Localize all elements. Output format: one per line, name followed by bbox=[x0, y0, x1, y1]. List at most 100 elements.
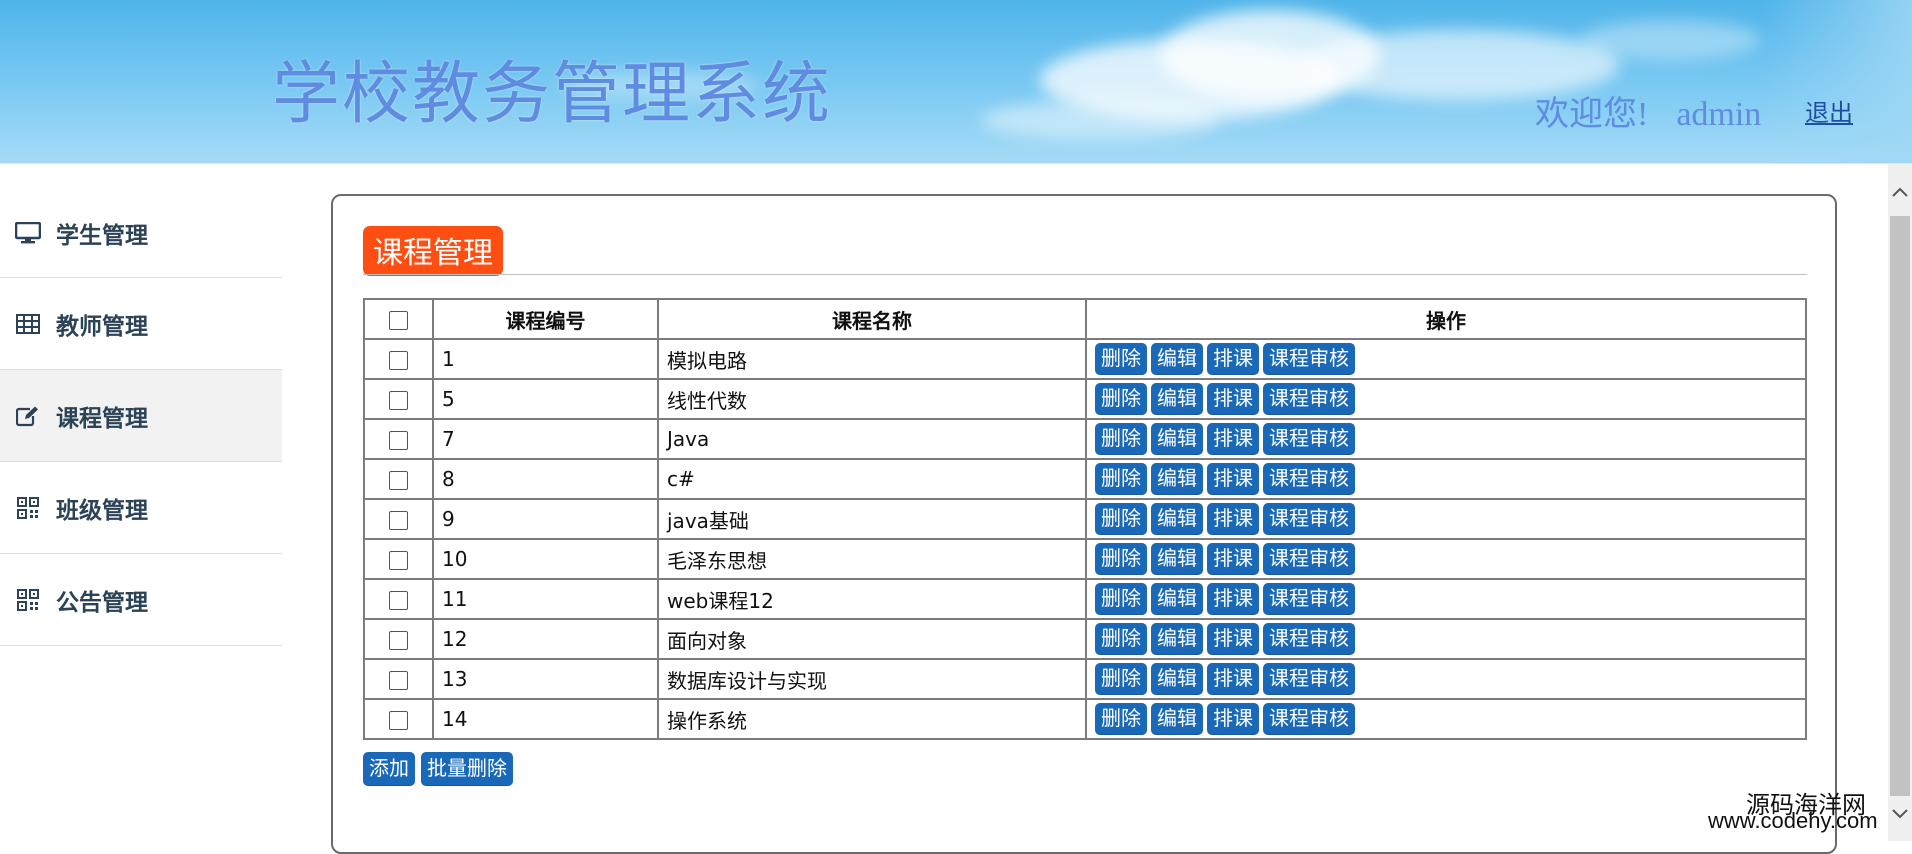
row-checkbox[interactable] bbox=[389, 591, 408, 610]
course-name-cell: java基础 bbox=[657, 498, 1087, 540]
sidebar-item-teachers[interactable]: 教师管理 bbox=[0, 278, 282, 370]
review-button[interactable]: 课程审核 bbox=[1263, 543, 1355, 575]
row-select-cell bbox=[363, 338, 434, 380]
row-actions-cell: 删除 编辑 排课 课程审核 bbox=[1085, 378, 1807, 420]
scroll-up-icon[interactable] bbox=[1888, 182, 1912, 202]
row-checkbox[interactable] bbox=[389, 711, 408, 730]
row-checkbox[interactable] bbox=[389, 511, 408, 530]
sidebar-item-classes[interactable]: 班级管理 bbox=[0, 462, 282, 554]
schedule-button[interactable]: 排课 bbox=[1207, 703, 1259, 735]
row-checkbox[interactable] bbox=[389, 391, 408, 410]
edit-button[interactable]: 编辑 bbox=[1151, 503, 1203, 535]
add-button[interactable]: 添加 bbox=[363, 752, 415, 786]
schedule-button[interactable]: 排课 bbox=[1207, 383, 1259, 415]
row-select-cell bbox=[363, 658, 434, 700]
table-row: 11 web课程12 删除 编辑 排课 课程审核 bbox=[363, 578, 1807, 620]
row-checkbox[interactable] bbox=[389, 631, 408, 650]
edit-button[interactable]: 编辑 bbox=[1151, 343, 1203, 375]
sidebar-item-label: 班级管理 bbox=[56, 497, 148, 524]
course-id-cell: 12 bbox=[432, 618, 659, 660]
logout-link[interactable]: 退出 bbox=[1805, 93, 1853, 128]
scroll-thumb[interactable] bbox=[1890, 216, 1910, 796]
table-row: 1 模拟电路 删除 编辑 排课 课程审核 bbox=[363, 338, 1807, 380]
course-id-cell: 11 bbox=[432, 578, 659, 620]
review-button[interactable]: 课程审核 bbox=[1263, 623, 1355, 655]
course-id-cell: 5 bbox=[432, 378, 659, 420]
review-button[interactable]: 课程审核 bbox=[1263, 503, 1355, 535]
review-button[interactable]: 课程审核 bbox=[1263, 383, 1355, 415]
edit-icon bbox=[14, 404, 42, 428]
review-button[interactable]: 课程审核 bbox=[1263, 663, 1355, 695]
sidebar-item-students[interactable]: 学生管理 bbox=[0, 188, 282, 278]
course-table: 课程编号 课程名称 操作 1 模拟电路 删除 编辑 排课 课程审核 5 线性代数 删除 编辑 排课课… bbox=[363, 298, 1807, 740]
schedule-button[interactable]: 排课 bbox=[1207, 423, 1259, 455]
schedule-button[interactable]: 排课 bbox=[1207, 583, 1259, 615]
row-checkbox[interactable] bbox=[389, 351, 408, 370]
batch-delete-button[interactable]: 批量删除 bbox=[421, 752, 513, 786]
delete-button[interactable]: 删除 bbox=[1095, 623, 1147, 655]
delete-button[interactable]: 删除 bbox=[1095, 583, 1147, 615]
sidebar-item-courses[interactable]: 课程管理 bbox=[0, 370, 282, 462]
sidebar-item-notices[interactable]: 公告管理 bbox=[0, 554, 282, 646]
schedule-button[interactable]: 排课 bbox=[1207, 463, 1259, 495]
edit-button[interactable]: 编辑 bbox=[1151, 663, 1203, 695]
delete-button[interactable]: 删除 bbox=[1095, 423, 1147, 455]
edit-button[interactable]: 编辑 bbox=[1151, 383, 1203, 415]
review-button[interactable]: 课程审核 bbox=[1263, 703, 1355, 735]
edit-button[interactable]: 编辑 bbox=[1151, 423, 1203, 455]
row-checkbox[interactable] bbox=[389, 671, 408, 690]
delete-button[interactable]: 删除 bbox=[1095, 543, 1147, 575]
edit-button[interactable]: 编辑 bbox=[1151, 623, 1203, 655]
monitor-icon bbox=[14, 221, 42, 245]
schedule-button[interactable]: 排课 bbox=[1207, 623, 1259, 655]
row-checkbox[interactable] bbox=[389, 551, 408, 570]
edit-button[interactable]: 编辑 bbox=[1151, 703, 1203, 735]
review-button[interactable]: 课程审核 bbox=[1263, 423, 1355, 455]
delete-button[interactable]: 删除 bbox=[1095, 383, 1147, 415]
delete-button[interactable]: 删除 bbox=[1095, 663, 1147, 695]
sidebar: 学生管理 教师管理 课程管理 班级管理 公告管理 bbox=[0, 188, 282, 646]
review-button[interactable]: 课程审核 bbox=[1263, 583, 1355, 615]
page-title: 课程管理 bbox=[363, 226, 503, 276]
course-id-cell: 1 bbox=[432, 338, 659, 380]
table-row: 13 数据库设计与实现 删除 编辑 排课 课程审核 bbox=[363, 658, 1807, 700]
sidebar-item-label: 课程管理 bbox=[56, 405, 148, 432]
course-id-cell: 7 bbox=[432, 418, 659, 460]
row-actions-cell: 删除 编辑 排课 课程审核 bbox=[1085, 538, 1807, 580]
sidebar-item-label: 公告管理 bbox=[56, 589, 148, 616]
header-fade bbox=[1762, 0, 1912, 163]
select-all-checkbox[interactable] bbox=[389, 311, 408, 330]
row-select-cell bbox=[363, 538, 434, 580]
table-row: 12 面向对象 删除 编辑 排课 课程审核 bbox=[363, 618, 1807, 660]
schedule-button[interactable]: 排课 bbox=[1207, 343, 1259, 375]
course-name-cell: web课程12 bbox=[657, 578, 1087, 620]
review-button[interactable]: 课程审核 bbox=[1263, 463, 1355, 495]
welcome-text: 欢迎您! admin bbox=[1535, 86, 1761, 135]
row-checkbox[interactable] bbox=[389, 431, 408, 450]
delete-button[interactable]: 删除 bbox=[1095, 703, 1147, 735]
bulk-actions: 添加 批量删除 bbox=[363, 752, 519, 786]
column-header-actions: 操作 bbox=[1085, 298, 1807, 340]
row-actions-cell: 删除 编辑 排课 课程审核 bbox=[1085, 698, 1807, 740]
row-actions-cell: 删除 编辑 排课 课程审核 bbox=[1085, 618, 1807, 660]
course-name-cell: c# bbox=[657, 458, 1087, 500]
delete-button[interactable]: 删除 bbox=[1095, 343, 1147, 375]
edit-button[interactable]: 编辑 bbox=[1151, 583, 1203, 615]
scroll-down-icon[interactable] bbox=[1888, 804, 1912, 824]
row-checkbox[interactable] bbox=[389, 471, 408, 490]
table-icon bbox=[14, 312, 42, 336]
review-button[interactable]: 课程审核 bbox=[1263, 343, 1355, 375]
column-header-id: 课程编号 bbox=[432, 298, 659, 340]
delete-button[interactable]: 删除 bbox=[1095, 463, 1147, 495]
course-name-cell: 面向对象 bbox=[657, 618, 1087, 660]
schedule-button[interactable]: 排课 bbox=[1207, 663, 1259, 695]
delete-button[interactable]: 删除 bbox=[1095, 503, 1147, 535]
row-actions-cell: 删除 编辑 排课 课程审核 bbox=[1085, 338, 1807, 380]
title-divider bbox=[363, 274, 1807, 275]
edit-button[interactable]: 编辑 bbox=[1151, 543, 1203, 575]
schedule-button[interactable]: 排课 bbox=[1207, 543, 1259, 575]
schedule-button[interactable]: 排课 bbox=[1207, 503, 1259, 535]
edit-button[interactable]: 编辑 bbox=[1151, 463, 1203, 495]
page-scrollbar[interactable] bbox=[1888, 164, 1912, 841]
cloud-decoration bbox=[1580, 20, 1760, 60]
